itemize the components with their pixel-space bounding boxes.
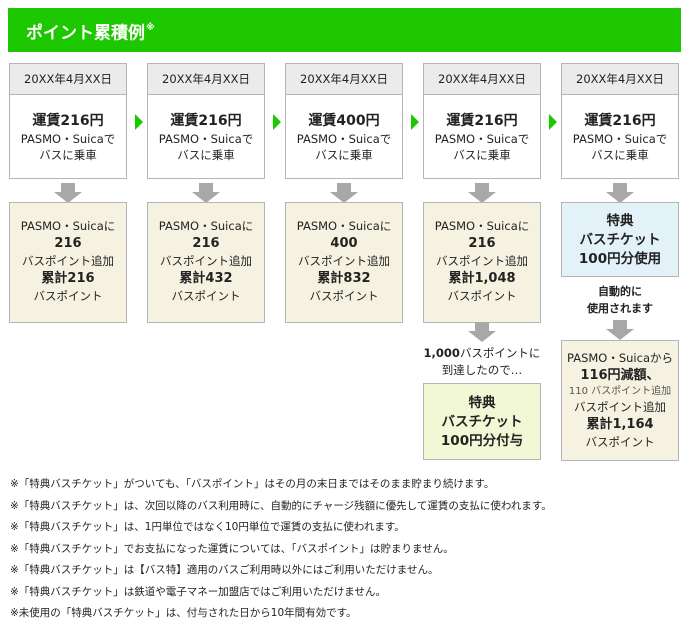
page-title-text: ポイント累積例 bbox=[26, 23, 145, 44]
down-arrow-icon bbox=[606, 183, 634, 203]
cumulative-points: 累計216 bbox=[41, 271, 95, 286]
note-item: ※「特典バスチケット」は、1円単位ではなく10円単位で運賃の支払に使われます。 bbox=[10, 521, 405, 533]
final-result-box: PASMO・Suicaから 116円減額、 110 バスポイント追加 バスポイン… bbox=[561, 340, 679, 461]
fare-label: 運賃216円 bbox=[32, 113, 104, 129]
ride-text: バスに乗車 bbox=[39, 148, 97, 162]
note-item: ※「特典バスチケット」がついても、「バスポイント」はその月の末日まではそのまま貯… bbox=[10, 478, 495, 490]
date-label: 20XX年4月XX日 bbox=[9, 63, 127, 95]
result-text: PASMO・Suicaに bbox=[434, 219, 530, 233]
threshold-text: 到達したので… bbox=[441, 363, 523, 377]
cumulative-points: 累計832 bbox=[317, 271, 371, 286]
note-item: ※「特典バスチケット」は鉄道や電子マネー加盟店ではご利用いただけません。 bbox=[10, 585, 386, 598]
added-points: 400 bbox=[330, 236, 358, 251]
added-points: 216 bbox=[54, 236, 82, 251]
points-result-box: PASMO・Suicaに 400 バスポイント追加 累計832 バスポイント bbox=[285, 202, 403, 323]
auto-use-note: 自動的に 使用されます bbox=[561, 283, 679, 317]
points-result-box: PASMO・Suicaに 216 バスポイント追加 累計216 バスポイント bbox=[9, 202, 127, 323]
ticket-used-box: 特典 バスチケット 100円分使用 bbox=[561, 202, 679, 277]
result-text: バスポイント bbox=[309, 289, 379, 303]
threshold-amount: 1,000 bbox=[423, 346, 460, 360]
ride-text: PASMO・Suicaで bbox=[572, 132, 668, 146]
ticket-text: 特典 bbox=[468, 395, 496, 411]
result-text: PASMO・Suicaに bbox=[296, 219, 392, 233]
ticket-text: 100円分付与 bbox=[440, 433, 524, 449]
ride-text: PASMO・Suicaで bbox=[434, 132, 530, 146]
result-text: バスポイント bbox=[585, 435, 655, 449]
note-item: ※「特典バスチケット」は、次回以降のバス利用時に、自動的にチャージ残額に優先して… bbox=[10, 499, 552, 512]
right-arrow-icon bbox=[549, 114, 557, 130]
down-arrow-icon bbox=[606, 320, 634, 340]
threshold-note: 1,000バスポイントに 到達したので… bbox=[412, 345, 552, 379]
result-text: バスポイント bbox=[171, 289, 241, 303]
date-label: 20XX年4月XX日 bbox=[147, 63, 265, 95]
ride-text: PASMO・Suicaで bbox=[158, 132, 254, 146]
note-item: ※未使用の「特典バスチケット」は、付与された日から10年間有効です。 bbox=[10, 607, 357, 619]
ride-box: 運賃400円 PASMO・Suicaで バスに乗車 bbox=[285, 94, 403, 179]
ticket-granted-box: 特典 バスチケット 100円分付与 bbox=[423, 383, 541, 460]
result-text: 110 バスポイント追加 bbox=[568, 386, 672, 397]
date-label: 20XX年4月XX日 bbox=[423, 63, 541, 95]
ride-box: 運賃216円 PASMO・Suicaで バスに乗車 bbox=[9, 94, 127, 179]
right-arrow-icon bbox=[411, 114, 419, 130]
ride-text: PASMO・Suicaで bbox=[296, 132, 392, 146]
note-item: ※「特典バスチケット」でお支払になった運賃については、「バスポイント」は貯まりま… bbox=[10, 542, 454, 555]
result-text: PASMO・Suicaに bbox=[20, 219, 116, 233]
result-text: PASMO・Suicaに bbox=[158, 219, 254, 233]
down-arrow-icon bbox=[468, 183, 496, 203]
ride-box: 運賃216円 PASMO・Suicaで バスに乗車 bbox=[561, 94, 679, 179]
ride-text: バスに乗車 bbox=[315, 148, 373, 162]
ride-text: PASMO・Suicaで bbox=[20, 132, 116, 146]
auto-use-text: 自動的に bbox=[598, 285, 642, 298]
auto-use-text: 使用されます bbox=[587, 302, 653, 315]
right-arrow-icon bbox=[135, 114, 143, 130]
ticket-text: バスチケット bbox=[579, 232, 661, 248]
points-result-box: PASMO・Suicaに 216 バスポイント追加 累計432 バスポイント bbox=[147, 202, 265, 323]
result-text: バスポイント追加 bbox=[22, 254, 114, 268]
fare-label: 運賃400円 bbox=[308, 113, 380, 129]
ticket-text: バスチケット bbox=[441, 414, 523, 430]
down-arrow-icon bbox=[192, 183, 220, 203]
result-text: バスポイント追加 bbox=[160, 254, 252, 268]
title-note-mark: ※ bbox=[146, 23, 155, 33]
result-text: PASMO・Suicaから bbox=[567, 351, 673, 365]
note-item: ※「特典バスチケット」は【バス特】適用のバスご利用時以外にはご利用いただけません… bbox=[10, 564, 439, 576]
ride-box: 運賃216円 PASMO・Suicaで バスに乗車 bbox=[423, 94, 541, 179]
ticket-text: 100円分使用 bbox=[578, 251, 662, 267]
result-text: バスポイント追加 bbox=[574, 400, 666, 414]
down-arrow-icon bbox=[330, 183, 358, 203]
right-arrow-icon bbox=[273, 114, 281, 130]
threshold-text: バスポイントに bbox=[459, 346, 541, 360]
down-arrow-icon bbox=[468, 322, 496, 342]
result-text: バスポイント bbox=[447, 289, 517, 303]
cumulative-points: 累計1,164 bbox=[586, 417, 654, 432]
date-label: 20XX年4月XX日 bbox=[561, 63, 679, 95]
fare-label: 運賃216円 bbox=[170, 113, 242, 129]
ticket-text: 特典 bbox=[606, 213, 634, 229]
ride-text: バスに乗車 bbox=[453, 148, 511, 162]
added-points: 216 bbox=[192, 236, 220, 251]
fare-label: 運賃216円 bbox=[584, 113, 656, 129]
fare-label: 運賃216円 bbox=[446, 113, 518, 129]
ride-text: バスに乗車 bbox=[591, 148, 649, 162]
cumulative-points: 累計1,048 bbox=[448, 271, 516, 286]
page-title: ポイント累積例※ bbox=[8, 8, 681, 52]
ride-text: バスに乗車 bbox=[177, 148, 235, 162]
ride-box: 運賃216円 PASMO・Suicaで バスに乗車 bbox=[147, 94, 265, 179]
points-result-box: PASMO・Suicaに 216 バスポイント追加 累計1,048 バスポイント bbox=[423, 202, 541, 323]
cumulative-points: 累計432 bbox=[179, 271, 233, 286]
result-text: バスポイント bbox=[33, 289, 103, 303]
discount-amount: 116円減額、 bbox=[580, 368, 660, 383]
result-text: バスポイント追加 bbox=[436, 254, 528, 268]
result-text: バスポイント追加 bbox=[298, 254, 390, 268]
down-arrow-icon bbox=[54, 183, 82, 203]
added-points: 216 bbox=[468, 236, 496, 251]
notes-list: ※「特典バスチケット」がついても、「バスポイント」はその月の末日まではそのまま貯… bbox=[10, 474, 552, 625]
date-label: 20XX年4月XX日 bbox=[285, 63, 403, 95]
